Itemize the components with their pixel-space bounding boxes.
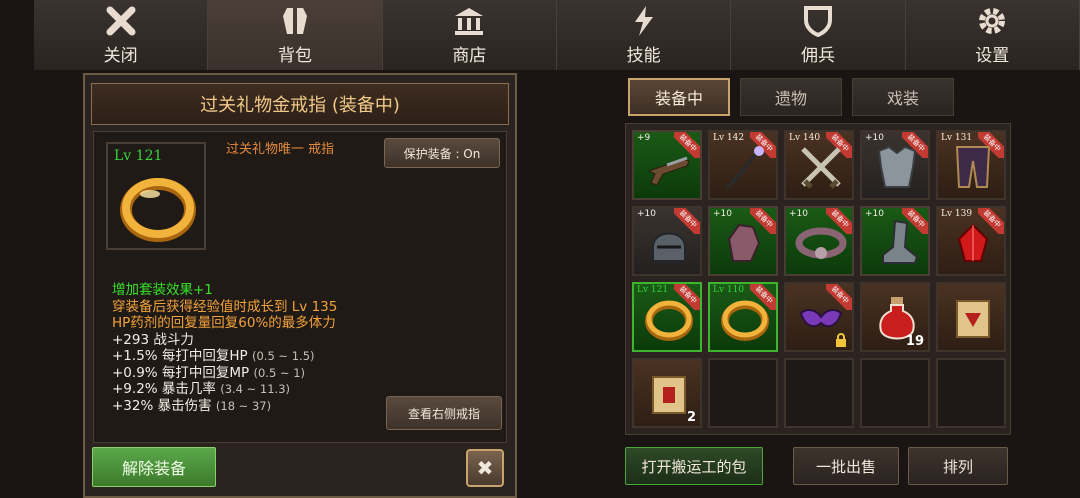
- shop-icon: [455, 8, 484, 35]
- belt-icon: [795, 227, 847, 259]
- sort-button[interactable]: 排列: [908, 447, 1008, 485]
- gold-ring-icon: [120, 178, 196, 242]
- crossed-swords-icon: [801, 147, 841, 189]
- protect-equipment-toggle[interactable]: 保护装备 : On: [384, 138, 500, 168]
- nav-skills-label: 技能: [626, 46, 661, 66]
- stat-range: (3.4 ~ 11.3): [220, 382, 291, 396]
- empty-slot[interactable]: [860, 358, 930, 428]
- armor-icon: [282, 8, 307, 34]
- lightning-icon: [634, 6, 653, 36]
- close-icon: ✖: [476, 456, 494, 480]
- inventory-slot[interactable]: Lv 142 装备中: [708, 130, 778, 200]
- stat-range: (0.5 ~ 1.5): [252, 349, 315, 363]
- item-title: 过关礼物金戒指 (装备中): [91, 83, 509, 125]
- tab-equipped[interactable]: 装备中: [628, 78, 730, 116]
- inventory-slot[interactable]: +10 装备中: [860, 206, 930, 276]
- item-subtitle: 过关礼物唯一 戒指: [226, 142, 335, 157]
- combat-power: +293 战斗力: [112, 331, 194, 348]
- nav-settings[interactable]: 设置: [905, 0, 1080, 70]
- inventory-tabs: 装备中 遗物 戏装: [628, 78, 954, 116]
- inventory-slot[interactable]: +10 装备中: [632, 206, 702, 276]
- tab-costumes[interactable]: 戏装: [852, 78, 954, 116]
- empty-slot[interactable]: [784, 358, 854, 428]
- inventory-slot[interactable]: 装备中: [784, 282, 854, 352]
- gun-icon: [647, 156, 690, 186]
- boots-icon: [882, 219, 919, 264]
- nav-bag-label: 背包: [277, 46, 312, 66]
- item-stats: 增加套装效果+1 穿装备后获得经验值时成长到 Lv 135 HP药剂的回复量回复…: [112, 282, 337, 414]
- lock-icon: [836, 333, 846, 347]
- stat-value: +0.9% 每打中回复MP: [112, 364, 250, 381]
- scroll-icon: [956, 300, 990, 338]
- gold-ring-icon: [721, 300, 769, 341]
- gauntlet-icon: [727, 223, 761, 262]
- inventory-slot[interactable]: 2: [632, 358, 702, 428]
- item-info: Lv 121 过关礼物唯一 戒指 保护装备 : On 增加套装效果+1 穿装备后…: [93, 131, 507, 443]
- item-level: Lv 121: [114, 148, 163, 164]
- nav-mercenary-label: 佣兵: [800, 46, 835, 66]
- item-count: 19: [905, 334, 924, 349]
- staff-icon: [725, 146, 764, 191]
- nav-skills[interactable]: 技能: [556, 0, 732, 70]
- inventory-slot[interactable]: Lv 140 装备中: [784, 130, 854, 200]
- hp-potion-line: HP药剂的回复量回复60%的最多体力: [112, 315, 336, 331]
- inventory-slot[interactable]: +10 装备中: [784, 206, 854, 276]
- nav-close[interactable]: 关闭: [34, 0, 209, 70]
- empty-slot[interactable]: [708, 358, 778, 428]
- view-right-ring-button[interactable]: 查看右侧戒指: [386, 396, 502, 430]
- stat-range: (0.5 ~ 1): [253, 365, 306, 380]
- gold-ring-icon: [645, 300, 693, 341]
- inventory-slot[interactable]: +10 装备中: [708, 206, 778, 276]
- shield-icon: [803, 6, 832, 38]
- gear-icon: [979, 8, 1006, 34]
- item-detail-panel: 过关礼物金戒指 (装备中) Lv 121 过关礼物唯一 戒指 保护装备 : On…: [83, 73, 517, 498]
- red-gem-icon: [957, 223, 989, 262]
- stat-row: +1.5% 每打中回复HP (0.5 ~ 1.5): [112, 348, 337, 365]
- close-icon: [106, 6, 136, 36]
- inventory-slot[interactable]: Lv 131 装备中: [936, 130, 1006, 200]
- stat-value: +32% 暴击伤害: [112, 397, 212, 414]
- inventory-grid: +9 装备中 Lv 142 装备中 Lv 140 装备中 +10 装备中 Lv …: [625, 123, 1011, 435]
- nav-mercenary[interactable]: 佣兵: [731, 0, 906, 70]
- growth-line: 穿装备后获得经验值时成长到 Lv 135: [112, 298, 338, 315]
- top-nav: 关闭 背包 商店 技能 佣兵 设置: [34, 0, 1080, 70]
- inventory-slot[interactable]: Lv 139 装备中: [936, 206, 1006, 276]
- nav-shop-label: 商店: [452, 46, 487, 66]
- close-detail-button[interactable]: ✖: [466, 449, 504, 487]
- stat-range: (18 ~ 37): [215, 398, 272, 413]
- item-portrait: Lv 121: [106, 142, 206, 250]
- inventory-slot[interactable]: 19: [860, 282, 930, 352]
- stat-row: +9.2% 暴击几率 (3.4 ~ 11.3): [112, 381, 337, 398]
- inventory-slot[interactable]: Lv 110 装备中: [708, 282, 778, 352]
- unequip-button[interactable]: 解除装备: [92, 447, 216, 487]
- nav-shop[interactable]: 商店: [382, 0, 557, 70]
- inventory-slot[interactable]: +9 装备中: [632, 130, 702, 200]
- bulk-sell-button[interactable]: 一批出售: [793, 447, 899, 485]
- stat-value: +1.5% 每打中回复HP: [112, 348, 248, 364]
- helmet-icon: [652, 232, 686, 262]
- nav-bag[interactable]: 背包: [208, 0, 383, 70]
- inventory-slot[interactable]: +10 装备中: [860, 130, 930, 200]
- inventory-slot[interactable]: Lv 121 装备中: [632, 282, 702, 352]
- item-count: 2: [686, 410, 696, 425]
- set-bonus: 增加套装效果+1: [112, 282, 213, 298]
- nav-settings-label: 设置: [975, 46, 1010, 66]
- stat-value: +9.2% 暴击几率: [112, 381, 216, 397]
- empty-slot[interactable]: [936, 358, 1006, 428]
- chest-armor-icon: [877, 145, 917, 188]
- nav-close-label: 关闭: [103, 46, 138, 66]
- stat-row: +0.9% 每打中回复MP (0.5 ~ 1): [112, 365, 337, 382]
- stat-row: +32% 暴击伤害 (18 ~ 37): [112, 398, 337, 415]
- leg-armor-icon: [955, 146, 991, 188]
- open-porter-bag-button[interactable]: 打开搬运工的包: [625, 447, 763, 485]
- tab-relics[interactable]: 遗物: [740, 78, 842, 116]
- inventory-slot[interactable]: [936, 282, 1006, 352]
